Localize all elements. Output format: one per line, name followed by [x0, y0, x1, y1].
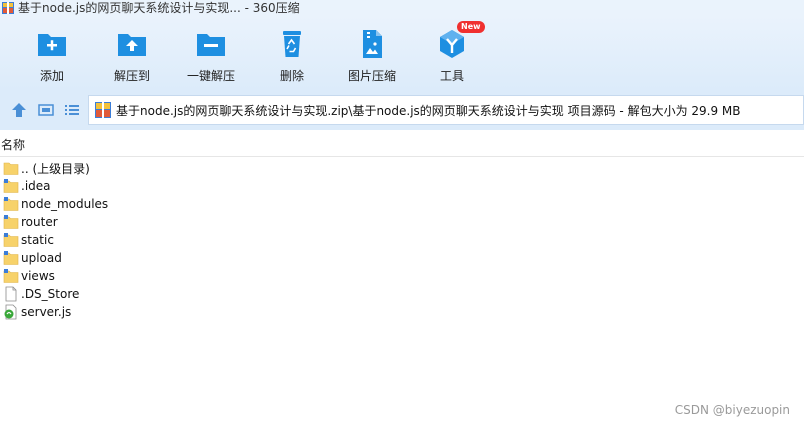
- toolbar: 添加 解压到 一键解压 删除 图片压缩 New 工具: [0, 16, 804, 90]
- up-arrow-icon[interactable]: [11, 103, 27, 117]
- image-compress-icon: [363, 30, 382, 58]
- delete-button[interactable]: 删除: [257, 28, 327, 88]
- folder-icon: [3, 251, 19, 265]
- tools-button[interactable]: New 工具: [417, 21, 487, 88]
- new-badge: New: [457, 21, 485, 33]
- list-item-upload[interactable]: upload: [0, 249, 400, 267]
- extract-to-button[interactable]: 解压到: [97, 28, 167, 88]
- list-item-idea[interactable]: .idea: [0, 177, 400, 195]
- js-file-icon: [4, 304, 17, 320]
- archive-icon: [95, 102, 111, 118]
- watermark: CSDN @biyezuopin: [674, 403, 790, 417]
- list-item-parent-directory[interactable]: .. (上级目录): [0, 159, 400, 177]
- list-item-views[interactable]: views: [0, 267, 400, 285]
- address-path: 基于node.js的网页聊天系统设计与实现.zip\基于node.js的网页聊天…: [116, 103, 741, 118]
- thumbnail-view-icon[interactable]: [38, 103, 54, 117]
- column-header-name[interactable]: 名称: [1, 136, 25, 153]
- file-icon: [5, 286, 17, 302]
- list-item-server-js[interactable]: server.js: [0, 303, 400, 321]
- list-item-static[interactable]: static: [0, 231, 400, 249]
- image-compress-button[interactable]: 图片压缩: [337, 28, 407, 88]
- folder-icon: [3, 179, 19, 193]
- folder-icon: [3, 197, 19, 211]
- address-bar[interactable]: 基于node.js的网页聊天系统设计与实现.zip\基于node.js的网页聊天…: [88, 95, 804, 125]
- window-title: 基于node.js的网页聊天系统设计与实现... - 360压缩: [18, 1, 300, 15]
- list-item-node-modules[interactable]: node_modules: [0, 195, 400, 213]
- add-icon: [38, 34, 66, 56]
- extract-folder-icon: [118, 34, 146, 56]
- list-item-ds-store[interactable]: .DS_Store: [0, 285, 400, 303]
- list-item-router[interactable]: router: [0, 213, 400, 231]
- add-button[interactable]: 添加: [17, 28, 87, 88]
- folder-icon: [3, 215, 19, 229]
- list-view-icon[interactable]: [64, 103, 80, 117]
- folder-icon: [3, 162, 19, 175]
- folder-icon: [3, 233, 19, 247]
- list-header: 名称: [0, 130, 804, 157]
- app-icon: [2, 2, 14, 14]
- recycle-bin-icon: [283, 31, 301, 57]
- one-click-extract-icon: [197, 34, 225, 56]
- title-bar: 基于node.js的网页聊天系统设计与实现... - 360压缩: [0, 0, 804, 16]
- navigation-bar: 基于node.js的网页聊天系统设计与实现.zip\基于node.js的网页聊天…: [0, 90, 804, 130]
- folder-icon: [3, 269, 19, 283]
- one-click-extract-button[interactable]: 一键解压: [176, 28, 246, 88]
